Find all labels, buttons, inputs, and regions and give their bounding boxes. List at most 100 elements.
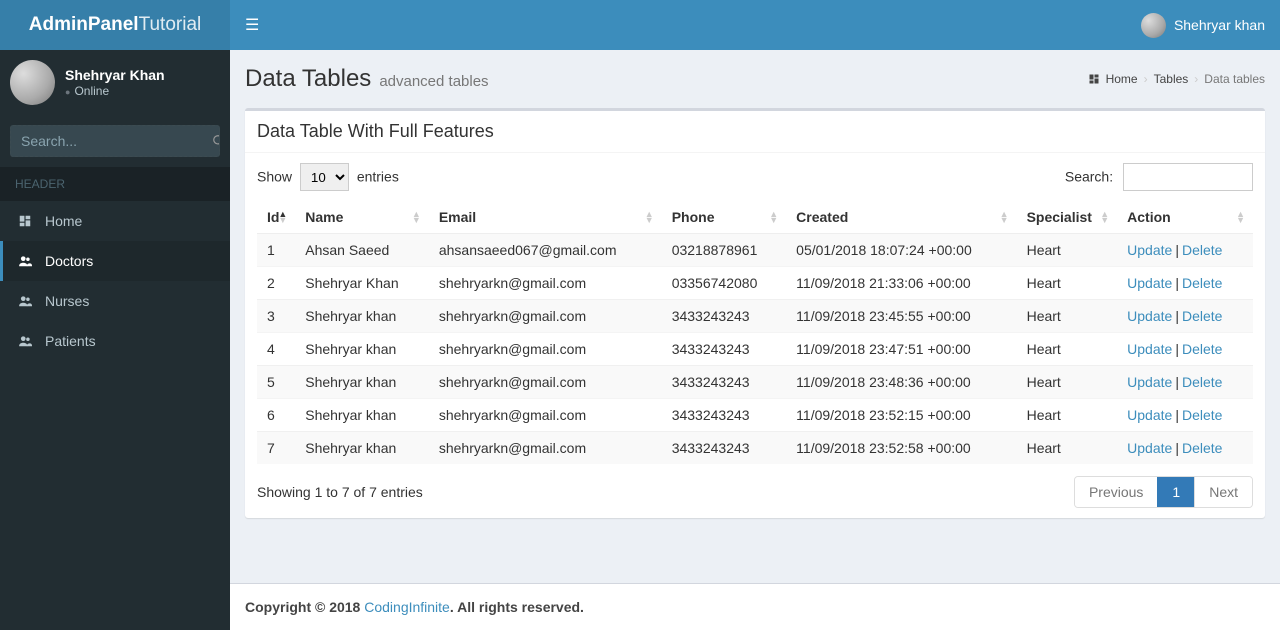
sidebar-item-patients[interactable]: Patients — [0, 321, 230, 361]
dashboard-icon — [1088, 73, 1100, 85]
length-suffix: entries — [357, 169, 399, 185]
cell-name: Shehryar Khan — [295, 267, 429, 300]
table-info: Showing 1 to 7 of 7 entries — [257, 484, 423, 500]
cell-action: Update|Delete — [1117, 333, 1253, 366]
cell-specialist: Heart — [1017, 333, 1118, 366]
cell-id: 5 — [257, 366, 295, 399]
cell-action: Update|Delete — [1117, 399, 1253, 432]
cell-specialist: Heart — [1017, 234, 1118, 267]
sort-icon: ▲▼ — [412, 211, 421, 223]
delete-link[interactable]: Delete — [1182, 275, 1222, 291]
search-button[interactable] — [212, 126, 220, 156]
sort-icon: ▲▼ — [278, 211, 287, 223]
cell-id: 1 — [257, 234, 295, 267]
cell-specialist: Heart — [1017, 432, 1118, 465]
cell-specialist: Heart — [1017, 366, 1118, 399]
table-row: 5 Shehryar khan shehryarkn@gmail.com 343… — [257, 366, 1253, 399]
action-separator: | — [1175, 374, 1179, 390]
cell-created: 05/01/2018 18:07:24 +00:00 — [786, 234, 1016, 267]
length-prefix: Show — [257, 169, 292, 185]
table-row: 7 Shehryar khan shehryarkn@gmail.com 343… — [257, 432, 1253, 465]
column-header[interactable]: Id▲▼ — [257, 201, 295, 234]
delete-link[interactable]: Delete — [1182, 374, 1222, 390]
cell-phone: 3433243243 — [662, 366, 786, 399]
sidebar-item-label: Nurses — [45, 293, 89, 309]
dashboard-icon — [15, 214, 35, 228]
sort-icon: ▲▼ — [1100, 211, 1109, 223]
cell-phone: 03218878961 — [662, 234, 786, 267]
cell-created: 11/09/2018 23:52:58 +00:00 — [786, 432, 1016, 465]
menu-toggle-button[interactable]: ☰ — [245, 15, 259, 35]
action-separator: | — [1175, 308, 1179, 324]
sidebar-item-nurses[interactable]: Nurses — [0, 281, 230, 321]
topbar: ☰ Shehryar khan — [230, 0, 1280, 50]
column-header[interactable]: Created▲▼ — [786, 201, 1016, 234]
users-icon — [15, 334, 35, 348]
cell-specialist: Heart — [1017, 300, 1118, 333]
update-link[interactable]: Update — [1127, 407, 1172, 423]
table-length-control: Show 10 entries — [257, 163, 399, 191]
column-header[interactable]: Name ▲▼ — [295, 201, 429, 234]
pagination-previous[interactable]: Previous — [1075, 477, 1157, 507]
table-search-control: Search: — [1065, 163, 1253, 191]
cell-specialist: Heart — [1017, 399, 1118, 432]
update-link[interactable]: Update — [1127, 440, 1172, 456]
column-header[interactable]: Action▲▼ — [1117, 201, 1253, 234]
column-header[interactable]: Specialist▲▼ — [1017, 201, 1118, 234]
sidebar-item-label: Patients — [45, 333, 96, 349]
cell-action: Update|Delete — [1117, 300, 1253, 333]
column-label: Created — [796, 209, 848, 225]
page-title-text: Data Tables — [245, 65, 371, 93]
update-link[interactable]: Update — [1127, 341, 1172, 357]
delete-link[interactable]: Delete — [1182, 440, 1222, 456]
pagination-page-1[interactable]: 1 — [1157, 477, 1194, 507]
avatar — [10, 60, 55, 105]
brand-light: Tutorial — [139, 14, 202, 35]
action-separator: | — [1175, 275, 1179, 291]
delete-link[interactable]: Delete — [1182, 341, 1222, 357]
cell-id: 6 — [257, 399, 295, 432]
sidebar-item-doctors[interactable]: Doctors — [0, 241, 230, 281]
cell-created: 11/09/2018 23:52:15 +00:00 — [786, 399, 1016, 432]
breadcrumb-tables[interactable]: Tables — [1154, 72, 1189, 86]
cell-name: Shehryar khan — [295, 300, 429, 333]
cell-id: 4 — [257, 333, 295, 366]
table-search-input[interactable] — [1123, 163, 1253, 191]
cell-created: 11/09/2018 23:45:55 +00:00 — [786, 300, 1016, 333]
table-row: 3 Shehryar khan shehryarkn@gmail.com 343… — [257, 300, 1253, 333]
topbar-user[interactable]: Shehryar khan — [1141, 13, 1265, 38]
sidebar-item-home[interactable]: Home — [0, 201, 230, 241]
update-link[interactable]: Update — [1127, 374, 1172, 390]
breadcrumb-separator: › — [1194, 72, 1198, 86]
cell-name: Ahsan Saeed — [295, 234, 429, 267]
pagination-next[interactable]: Next — [1194, 477, 1252, 507]
length-select[interactable]: 10 — [300, 163, 349, 191]
breadcrumb-home[interactable]: Home — [1106, 72, 1138, 86]
footer-link[interactable]: CodingInfinite — [364, 599, 450, 615]
column-header[interactable]: Email▲▼ — [429, 201, 662, 234]
delete-link[interactable]: Delete — [1182, 407, 1222, 423]
update-link[interactable]: Update — [1127, 242, 1172, 258]
content-header: Data Tables advanced tables Home › Table… — [230, 50, 1280, 108]
column-label: Email — [439, 209, 476, 225]
table-row: 2 Shehryar Khan shehryarkn@gmail.com 033… — [257, 267, 1253, 300]
column-header[interactable]: Phone▲▼ — [662, 201, 786, 234]
search-input[interactable] — [11, 126, 212, 156]
delete-link[interactable]: Delete — [1182, 242, 1222, 258]
search-icon — [212, 134, 220, 148]
column-label: Name — [305, 209, 343, 225]
cell-action: Update|Delete — [1117, 267, 1253, 300]
update-link[interactable]: Update — [1127, 275, 1172, 291]
cell-phone: 3433243243 — [662, 399, 786, 432]
cell-name: Shehryar khan — [295, 333, 429, 366]
users-icon — [15, 254, 35, 268]
brand-logo[interactable]: AdminPanelTutorial — [0, 0, 230, 50]
delete-link[interactable]: Delete — [1182, 308, 1222, 324]
sidebar-item-label: Home — [45, 213, 82, 229]
cell-email: ahsansaeed067@gmail.com — [429, 234, 662, 267]
update-link[interactable]: Update — [1127, 308, 1172, 324]
page-subtitle: advanced tables — [379, 73, 488, 90]
hamburger-icon: ☰ — [245, 17, 259, 34]
cell-name: Shehryar khan — [295, 432, 429, 465]
sort-icon: ▲▼ — [1236, 211, 1245, 223]
